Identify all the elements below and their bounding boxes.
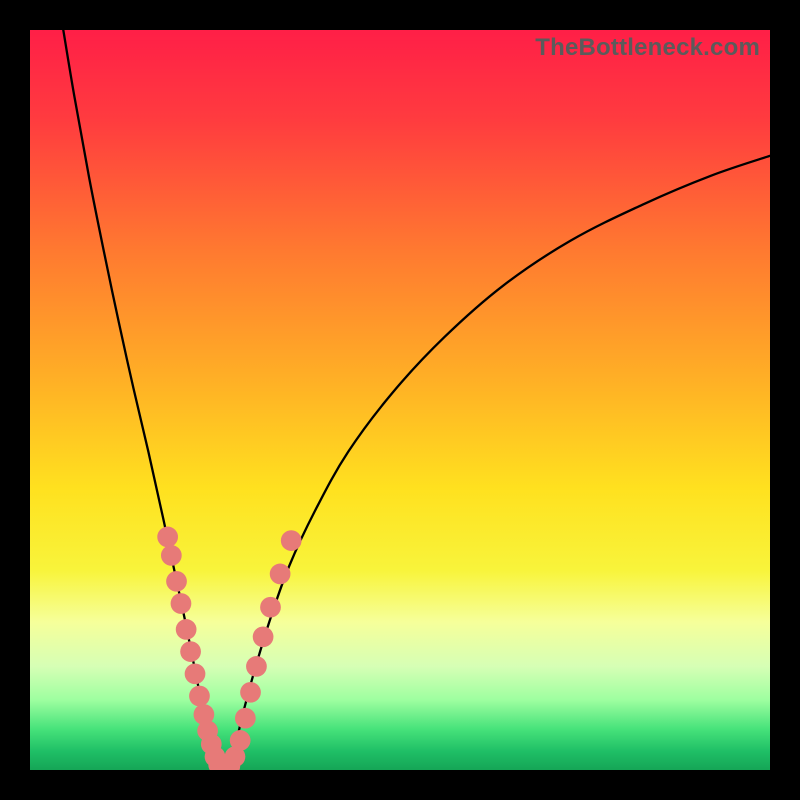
curve-right-branch [230,156,770,770]
data-dot [246,656,267,677]
data-dot [253,626,274,647]
curve-lines [63,30,770,770]
data-dot [166,571,187,592]
data-dot [260,597,281,618]
data-dot [189,686,210,707]
data-dot [270,564,291,585]
data-dot [171,593,192,614]
data-dot [230,730,251,751]
data-dot [176,619,197,640]
data-dot [235,708,256,729]
data-dot [157,527,178,548]
data-dot [161,545,182,566]
watermark-text: TheBottleneck.com [535,34,760,62]
data-dot [281,530,302,551]
chart-svg [30,30,770,770]
scatter-dots [157,527,301,770]
plot-area: TheBottleneck.com [30,30,770,770]
chart-frame: TheBottleneck.com [0,0,800,800]
data-dot [185,663,206,684]
data-dot [180,641,201,662]
data-dot [240,682,261,703]
